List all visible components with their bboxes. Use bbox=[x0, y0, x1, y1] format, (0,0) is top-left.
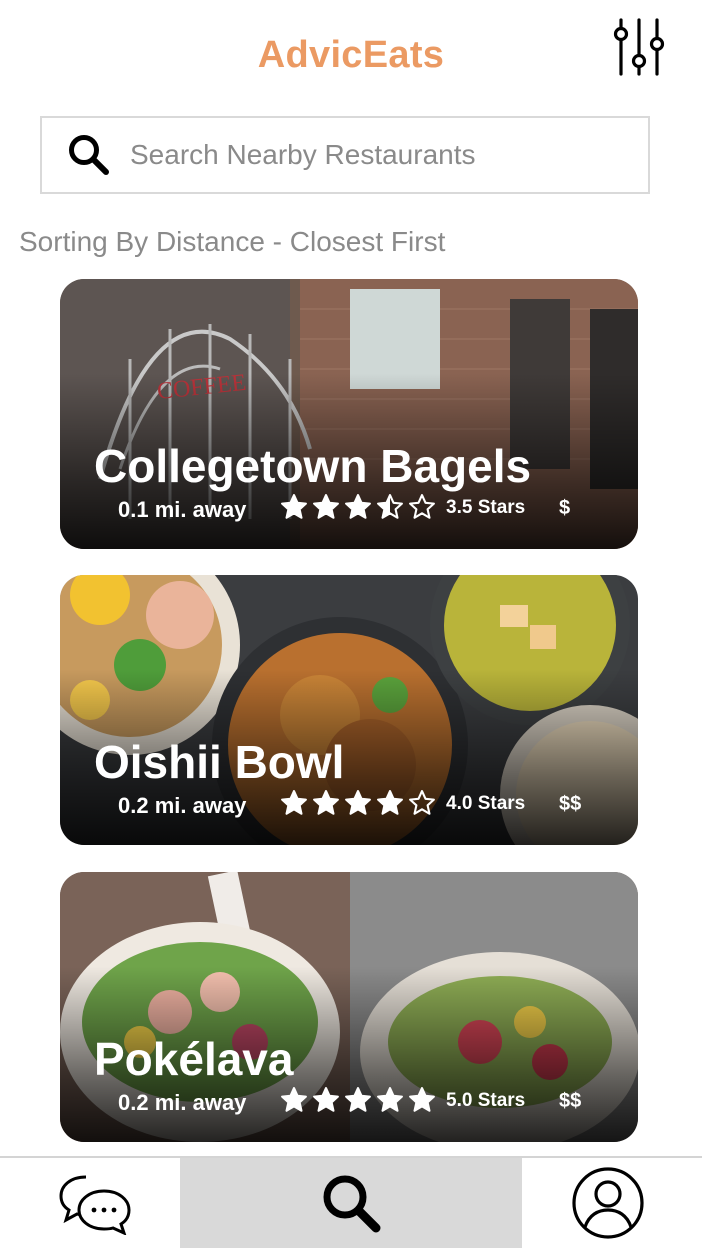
nav-search-tab[interactable] bbox=[180, 1158, 522, 1248]
app-title: AdvicEats bbox=[257, 34, 445, 76]
restaurant-card-oishii-bowl[interactable]: Oishii Bowl 0.2 mi. away 4.0 Stars $$ bbox=[60, 575, 638, 845]
search-icon bbox=[323, 1175, 381, 1233]
star-filled-icon bbox=[377, 790, 403, 815]
distance-label: 0.1 mi. away bbox=[118, 497, 247, 522]
distance-label: 0.2 mi. away bbox=[118, 793, 247, 818]
star-rating bbox=[280, 1086, 436, 1114]
restaurant-name: Oishii Bowl bbox=[94, 736, 345, 788]
star-empty-icon bbox=[409, 790, 435, 815]
restaurant-name: Collegetown Bagels bbox=[94, 440, 532, 492]
search-input[interactable] bbox=[128, 138, 632, 172]
search-bar[interactable] bbox=[40, 116, 650, 194]
star-filled-icon bbox=[345, 790, 371, 815]
star-filled-icon bbox=[313, 790, 339, 815]
star-half-icon bbox=[377, 494, 403, 519]
chat-bubbles-icon bbox=[59, 1175, 131, 1235]
price-level: $$ bbox=[559, 1090, 582, 1112]
nav-profile-tab[interactable] bbox=[560, 1158, 656, 1248]
star-filled-icon bbox=[345, 1087, 371, 1112]
sliders-icon bbox=[613, 18, 665, 76]
star-filled-icon bbox=[345, 494, 371, 519]
star-filled-icon bbox=[377, 1087, 403, 1112]
restaurant-name: Pokélava bbox=[94, 1033, 294, 1085]
star-filled-icon bbox=[313, 1087, 339, 1112]
rating-label: 5.0 Stars bbox=[446, 1090, 526, 1111]
star-filled-icon bbox=[281, 790, 307, 815]
star-filled-icon bbox=[281, 1087, 307, 1112]
star-filled-icon bbox=[313, 494, 339, 519]
price-level: $$ bbox=[559, 793, 582, 815]
profile-icon bbox=[572, 1167, 644, 1239]
rating-label: 4.0 Stars bbox=[446, 793, 526, 814]
restaurant-card-collegetown-bagels[interactable]: COFFEE Collegetown Bagels 0.1 mi. away 3… bbox=[60, 279, 638, 549]
nav-chat-tab[interactable] bbox=[40, 1158, 150, 1248]
filter-button[interactable] bbox=[608, 16, 670, 78]
star-filled-icon bbox=[409, 1087, 435, 1112]
star-filled-icon bbox=[281, 494, 307, 519]
search-icon bbox=[69, 135, 109, 175]
rating-label: 3.5 Stars bbox=[446, 497, 526, 518]
star-rating bbox=[280, 789, 436, 817]
price-level: $ bbox=[559, 497, 571, 519]
sort-label: Sorting By Distance - Closest First bbox=[19, 226, 446, 257]
star-rating bbox=[280, 493, 436, 521]
distance-label: 0.2 mi. away bbox=[118, 1090, 247, 1115]
star-empty-icon bbox=[409, 494, 435, 519]
restaurant-card-pokelava[interactable]: Pokélava 0.2 mi. away 5.0 Stars $$ bbox=[60, 872, 638, 1142]
bottom-nav bbox=[0, 1156, 702, 1248]
